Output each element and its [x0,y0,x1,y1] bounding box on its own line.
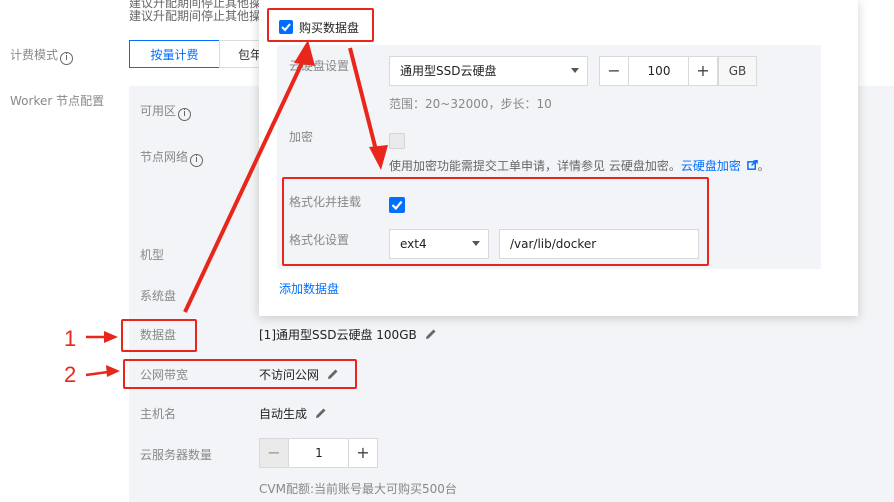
arrow-to-buy [183,40,315,313]
arrow-marker-2 [85,365,120,377]
arrow-marker-1 [86,331,118,343]
annotation-arrows [85,40,388,377]
arrow-to-format [348,47,388,170]
